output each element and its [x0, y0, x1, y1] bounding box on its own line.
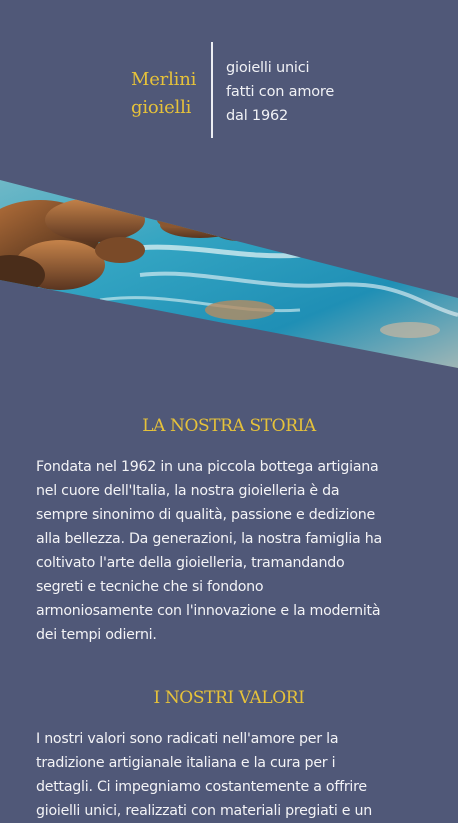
- section-body-valori: I nostri valori sono radicati nell'amore…: [36, 727, 436, 823]
- brand-logo-line2: gioielli: [131, 97, 192, 118]
- tagline-line: fatti con amore: [226, 84, 335, 100]
- body-line: segreti e tecniche che si fondono: [36, 579, 264, 595]
- body-line: gioielli unici, realizzati con materiali…: [36, 803, 373, 819]
- body-line: sempre sinonimo di qualità, passione e d…: [36, 507, 376, 523]
- body-line: Fondata nel 1962 in una piccola bottega …: [36, 459, 379, 475]
- site-header: Merlini gioielli gioielli unici fatti co…: [0, 0, 458, 175]
- body-line: coltivato l'arte della gioielleria, tram…: [36, 555, 345, 571]
- brand-logo[interactable]: Merlini gioielli: [131, 66, 196, 122]
- section-title-storia: LA NOSTRA STORIA: [142, 416, 316, 436]
- tagline-line: dal 1962: [226, 108, 289, 124]
- section-body-storia: Fondata nel 1962 in una piccola bottega …: [36, 455, 436, 647]
- brand-tagline: gioielli unici fatti con amore dal 1962: [226, 56, 334, 128]
- header-divider: [211, 42, 213, 138]
- body-line: alla bellezza. Da generazioni, la nostra…: [36, 531, 382, 547]
- body-line: nel cuore dell'Italia, la nostra gioiell…: [36, 483, 340, 499]
- body-line: tradizione artigianale italiana e la cur…: [36, 755, 336, 771]
- hero-seascape-banner: [0, 180, 458, 368]
- body-line: dettagli. Ci impegniamo costantemente a …: [36, 779, 367, 795]
- seascape-rocks-image: [0, 180, 458, 368]
- tagline-line: gioielli unici: [226, 60, 310, 76]
- section-title-valori: I NOSTRI VALORI: [153, 688, 305, 708]
- body-line: armoniosamente con l'innovazione e la mo…: [36, 603, 381, 619]
- brand-logo-line1: Merlini: [131, 69, 197, 90]
- body-line: I nostri valori sono radicati nell'amore…: [36, 731, 339, 747]
- body-line: dei tempi odierni.: [36, 627, 157, 643]
